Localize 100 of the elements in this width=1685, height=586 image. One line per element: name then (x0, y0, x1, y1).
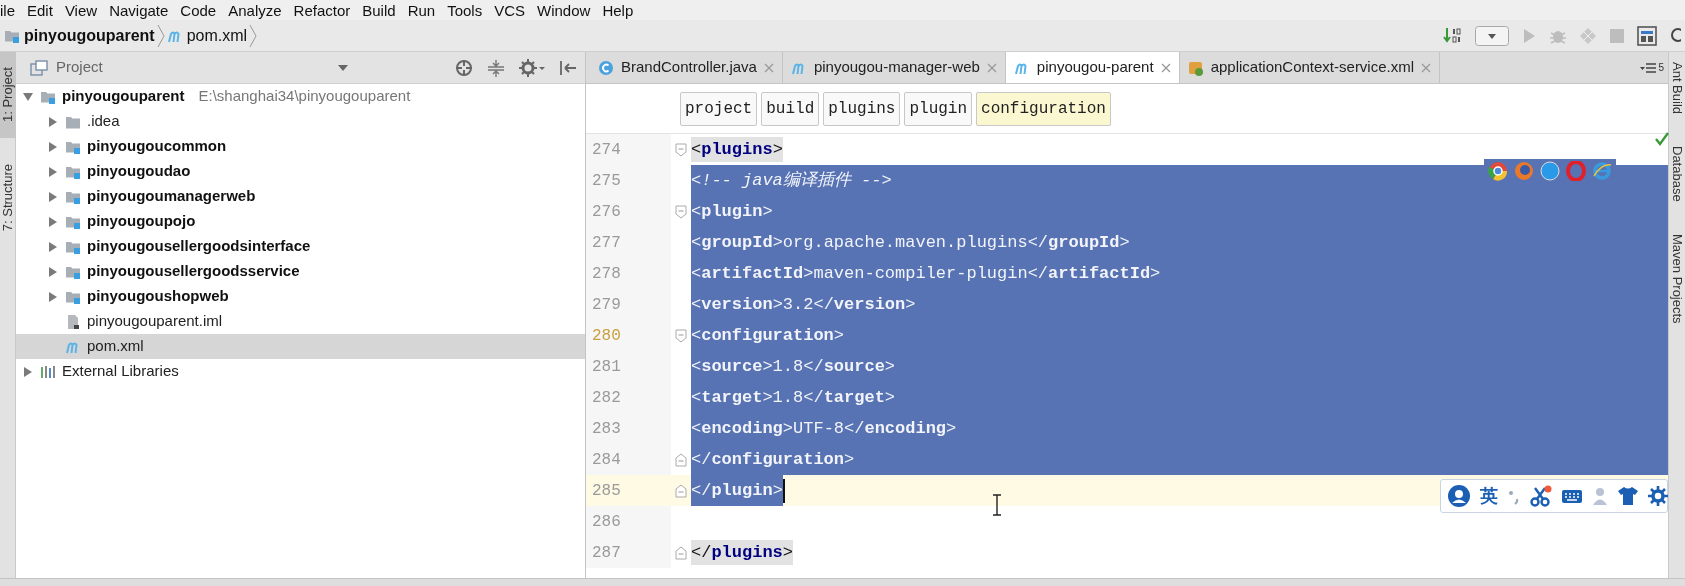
crosshair-icon[interactable] (455, 58, 473, 77)
tree-item[interactable]: pinyougouparent E:\shanghai34\pinyougouparent (16, 84, 585, 109)
menu-item[interactable]: Edit (21, 2, 59, 18)
menu-item[interactable]: Refactor (287, 2, 357, 18)
user-icon[interactable] (1447, 484, 1471, 508)
path-text: E:\shanghai34\pinyougouparent (198, 86, 411, 107)
breadcrumb-tag[interactable]: build (761, 91, 820, 126)
tree-arrow-icon[interactable] (22, 90, 34, 103)
class-icon (598, 59, 614, 76)
tree-item[interactable]: pinyougoushopweb (16, 284, 585, 309)
fold-marker-icon[interactable] (675, 204, 687, 219)
menu-item[interactable]: Help (596, 2, 640, 18)
line-number: 277 (586, 227, 671, 258)
editor-tab[interactable]: pinyougou-parent (1005, 52, 1180, 83)
line-number: 286 (586, 506, 671, 537)
browser-icon[interactable] (1514, 161, 1534, 181)
menu-item[interactable]: Tools (441, 2, 489, 18)
menu-item[interactable]: View (58, 2, 104, 18)
breadcrumb-tag[interactable]: plugins (823, 91, 901, 126)
tree-item[interactable]: pinyougousellergoodsservice (16, 259, 585, 284)
text-cursor-icon (992, 494, 1002, 516)
tree-item[interactable]: pinyougoumanagerweb (16, 184, 585, 209)
browser-icon[interactable] (1592, 161, 1612, 181)
tree-arrow-icon[interactable] (47, 165, 59, 178)
check-icon (1655, 132, 1669, 146)
browser-icon[interactable] (1488, 161, 1508, 181)
keyboard-icon[interactable] (1561, 488, 1583, 504)
chevron-icon (156, 23, 165, 48)
code-text: </plugin> (691, 479, 783, 502)
tree-arrow-icon[interactable] (47, 265, 59, 278)
tree-item[interactable]: pinyougoupojo (16, 209, 585, 234)
code-text: </plugins> (691, 539, 794, 566)
config-file-icon (1187, 59, 1204, 76)
shirt-icon[interactable] (1617, 486, 1639, 506)
tree-item[interactable]: pinyougouparent.iml (16, 309, 585, 334)
list-icon (1640, 61, 1657, 74)
settings-icon[interactable] (519, 58, 545, 77)
fold-marker-icon[interactable] (675, 328, 687, 343)
tree-arrow-icon[interactable] (47, 290, 59, 303)
code-text: </configuration> (691, 448, 855, 471)
tool-window-tab[interactable]: Database (1669, 140, 1685, 208)
menu-item[interactable]: ile (0, 2, 21, 18)
menu-item[interactable]: Run (401, 2, 442, 18)
line-number: 278 (586, 258, 671, 289)
structure-icon[interactable] (1637, 25, 1657, 46)
tool-window-tab[interactable]: Maven Projects (1669, 227, 1685, 330)
code-text: <plugin> (691, 200, 773, 223)
breadcrumb-tag[interactable]: plugin (904, 91, 973, 126)
code-text: <source>1.8</source> (691, 355, 896, 378)
breadcrumb-item[interactable]: pinyougouparent (2, 23, 157, 48)
breadcrumb-tag[interactable]: configuration (976, 91, 1111, 126)
line-number: 287 (586, 537, 671, 568)
menu-item[interactable]: Analyze (222, 2, 288, 18)
tree-arrow-icon[interactable] (47, 190, 59, 203)
tree-item[interactable]: External Libraries (16, 359, 585, 384)
fold-marker-icon[interactable] (675, 452, 687, 467)
breadcrumb-tag[interactable]: project (680, 91, 758, 126)
tree-arrow-icon[interactable] (22, 365, 34, 378)
settings-icon[interactable] (1648, 486, 1668, 506)
tab-list-button[interactable]: 5 (1634, 52, 1668, 83)
code-text: <version>3.2</version> (691, 293, 916, 316)
tree-arrow-icon[interactable] (47, 215, 59, 228)
tree-item[interactable]: pinyougoucommon (16, 134, 585, 159)
code-text: <plugins> (691, 136, 783, 163)
library-icon (40, 363, 56, 380)
menu-item[interactable]: Navigate (103, 2, 175, 18)
line-number: 279 (586, 289, 671, 320)
close-icon[interactable] (1160, 62, 1171, 73)
panel-icon (30, 59, 48, 76)
code-text: <!-- java编译插件 --> (691, 169, 892, 192)
input-mode-button[interactable]: 英 (1480, 482, 1498, 510)
line-number: 274 (586, 134, 671, 165)
tool-window-tab[interactable]: 1: Project (0, 52, 16, 138)
tree-item[interactable]: .idea (16, 109, 585, 134)
line-number: 280 (586, 320, 671, 351)
breadcrumb-item[interactable]: pom.xml (164, 23, 250, 48)
scissors-icon[interactable] (1530, 485, 1552, 507)
tree-arrow-icon[interactable] (47, 140, 59, 153)
code-text: <configuration> (691, 324, 845, 347)
tool-window-tab[interactable]: Ant Build (1669, 56, 1685, 121)
menu-item[interactable]: VCS (488, 2, 532, 18)
tree-arrow-icon[interactable] (47, 115, 59, 128)
menu-item[interactable]: Window (531, 2, 597, 18)
line-number: 282 (586, 382, 671, 413)
fold-marker-icon[interactable] (675, 142, 687, 157)
tree-item[interactable]: pinyougoudao (16, 159, 585, 184)
hide-icon[interactable] (559, 58, 577, 77)
tree-arrow-icon[interactable] (47, 240, 59, 253)
menu-item[interactable]: Build (356, 2, 402, 18)
code-text: <artifactId>maven-compiler-plugin</artifactId> (691, 262, 1161, 285)
fold-marker-icon[interactable] (675, 483, 687, 498)
dropdown-button[interactable] (1475, 25, 1509, 46)
menu-item[interactable]: Code (174, 2, 223, 18)
chevron-icon (249, 23, 258, 48)
tree-item[interactable]: pinyougousellergoodsinterface (16, 234, 585, 259)
tree-item[interactable]: pom.xml (16, 334, 585, 359)
tool-window-tab[interactable]: 7: Structure (0, 158, 16, 238)
fold-marker-icon[interactable] (675, 545, 687, 560)
collapse-icon[interactable] (487, 58, 505, 77)
sort-icon[interactable] (1443, 26, 1463, 45)
